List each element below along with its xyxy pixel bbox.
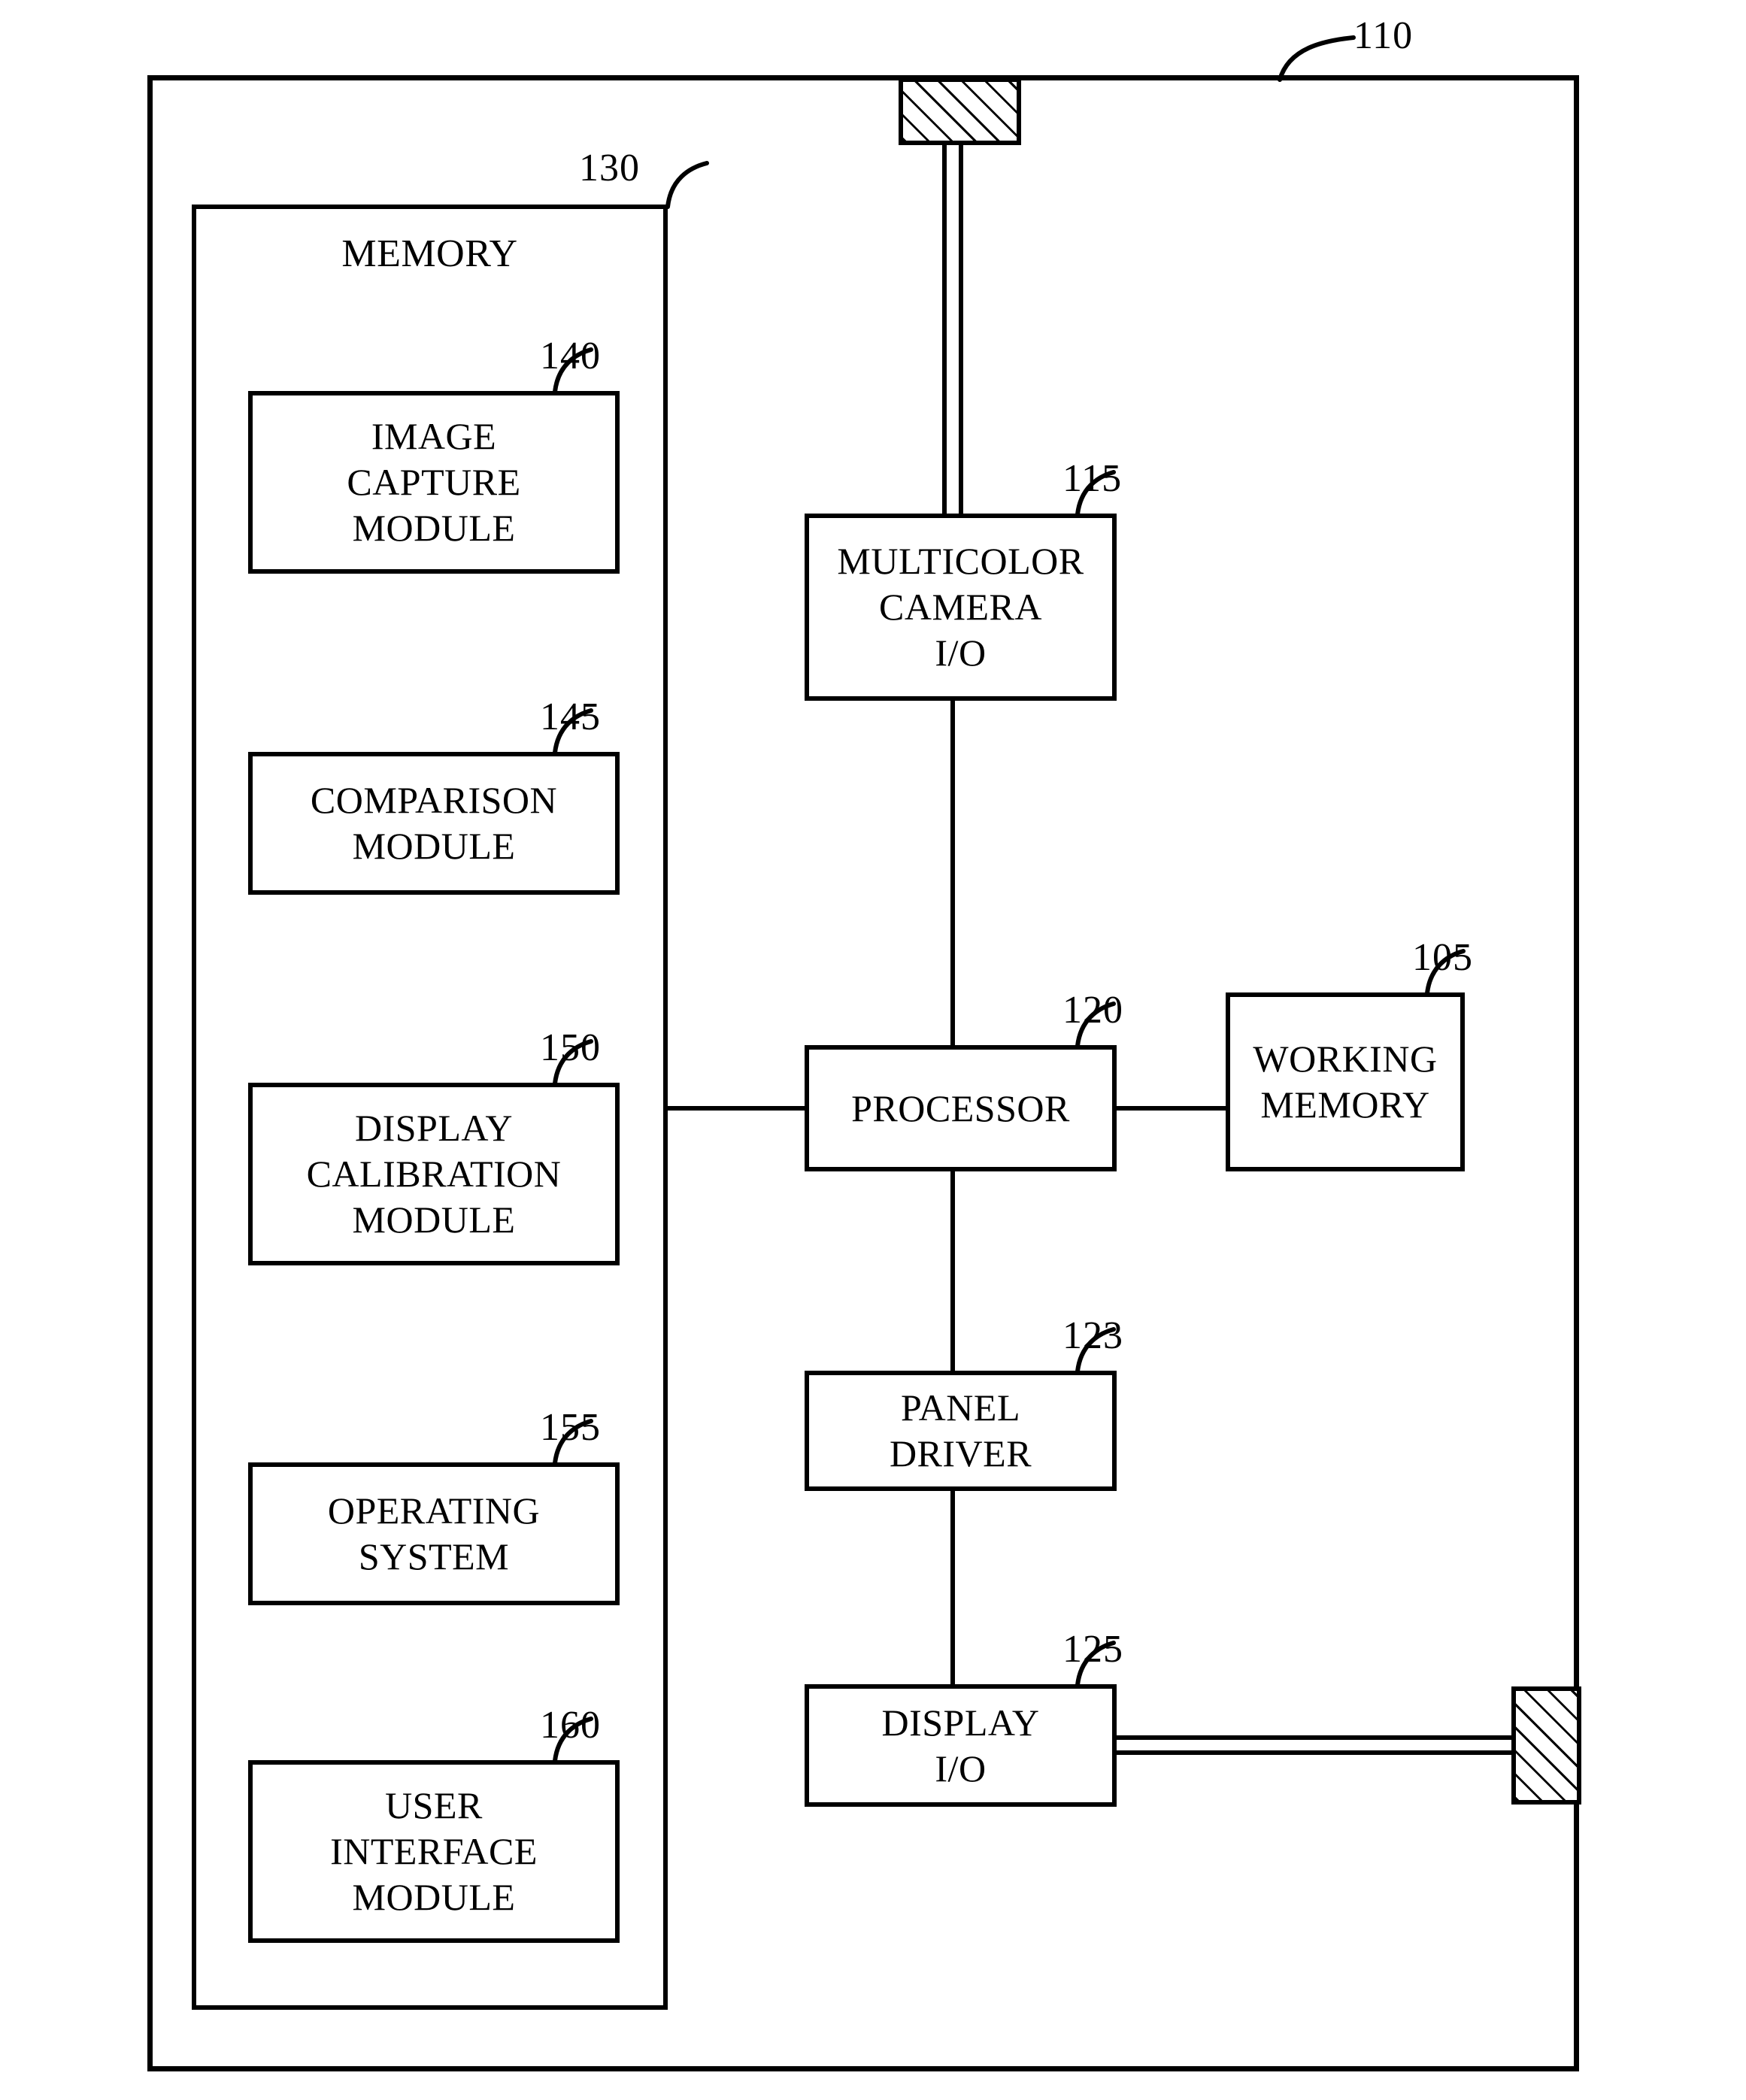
comparison-line-1: COMPARISON [310, 779, 558, 821]
working-memory-line-1: WORKING [1253, 1038, 1438, 1080]
image-capture-line-1: IMAGE [371, 415, 497, 457]
ref-number-145: 145 [540, 695, 601, 738]
display-bus-line [1114, 1735, 1516, 1755]
ref-number-140: 140 [540, 335, 601, 377]
ui-line-1: USER [385, 1784, 483, 1826]
camera-io-line-3: I/O [935, 632, 987, 674]
ref-number-160: 160 [540, 1704, 601, 1747]
working-memory-line-2: MEMORY [1260, 1083, 1430, 1126]
processor-block-120: PROCESSOR [805, 1045, 1117, 1171]
working-memory-block-105: WORKING MEMORY [1226, 992, 1465, 1171]
image-capture-line-3: MODULE [352, 507, 516, 549]
camera-processor-connector [950, 699, 955, 1049]
panel-driver-display-io-connector [950, 1489, 955, 1693]
camera-io-line-2: CAMERA [879, 586, 1042, 628]
display-port-icon [1511, 1686, 1581, 1805]
ref-number-130: 130 [579, 147, 640, 189]
camera-bus-line [942, 143, 963, 516]
image-capture-line-2: CAPTURE [347, 461, 521, 503]
patent-figure: 110 MEMORY 130 IMAGE CAPTURE MODULE 140 … [0, 0, 1746, 2100]
comparison-module-145: COMPARISON MODULE [248, 752, 620, 895]
operating-system-block-155: OPERATING SYSTEM [248, 1462, 620, 1605]
os-line-1: OPERATING [327, 1489, 541, 1532]
ui-line-2: INTERFACE [330, 1830, 538, 1872]
memory-title: MEMORY [341, 232, 518, 275]
ref-number-125: 125 [1062, 1628, 1123, 1671]
display-cal-line-3: MODULE [352, 1198, 516, 1241]
ref-number-150: 150 [540, 1026, 601, 1069]
memory-processor-connector [665, 1106, 808, 1111]
panel-driver-line-1: PANEL [900, 1386, 1020, 1429]
panel-driver-line-2: DRIVER [889, 1432, 1032, 1474]
panel-driver-block-123: PANEL DRIVER [805, 1371, 1117, 1491]
processor-panel-driver-connector [950, 1168, 955, 1373]
display-io-line-1: DISPLAY [881, 1701, 1040, 1744]
ui-line-3: MODULE [352, 1876, 516, 1918]
display-calibration-module-150: DISPLAY CALIBRATION MODULE [248, 1083, 620, 1265]
display-io-line-2: I/O [935, 1747, 987, 1789]
comparison-line-2: MODULE [352, 825, 516, 867]
ref-number-120: 120 [1062, 989, 1123, 1032]
ref-number-105: 105 [1412, 936, 1473, 979]
os-line-2: SYSTEM [358, 1535, 510, 1577]
ref-number-115: 115 [1062, 457, 1123, 500]
ref-number-123: 123 [1062, 1314, 1123, 1357]
user-interface-module-160: USER INTERFACE MODULE [248, 1760, 620, 1943]
camera-port-icon [899, 77, 1021, 145]
display-cal-line-1: DISPLAY [354, 1107, 514, 1149]
processor-label: PROCESSOR [851, 1086, 1070, 1129]
image-capture-module-140: IMAGE CAPTURE MODULE [248, 391, 620, 574]
camera-io-line-1: MULTICOLOR [837, 540, 1084, 582]
display-cal-line-2: CALIBRATION [306, 1153, 562, 1195]
ref-number-110: 110 [1353, 14, 1414, 57]
ref-number-155: 155 [540, 1406, 601, 1449]
display-io-block-125: DISPLAY I/O [805, 1684, 1117, 1807]
processor-working-memory-connector [1114, 1106, 1229, 1111]
multicolor-camera-io-115: MULTICOLOR CAMERA I/O [805, 514, 1117, 701]
